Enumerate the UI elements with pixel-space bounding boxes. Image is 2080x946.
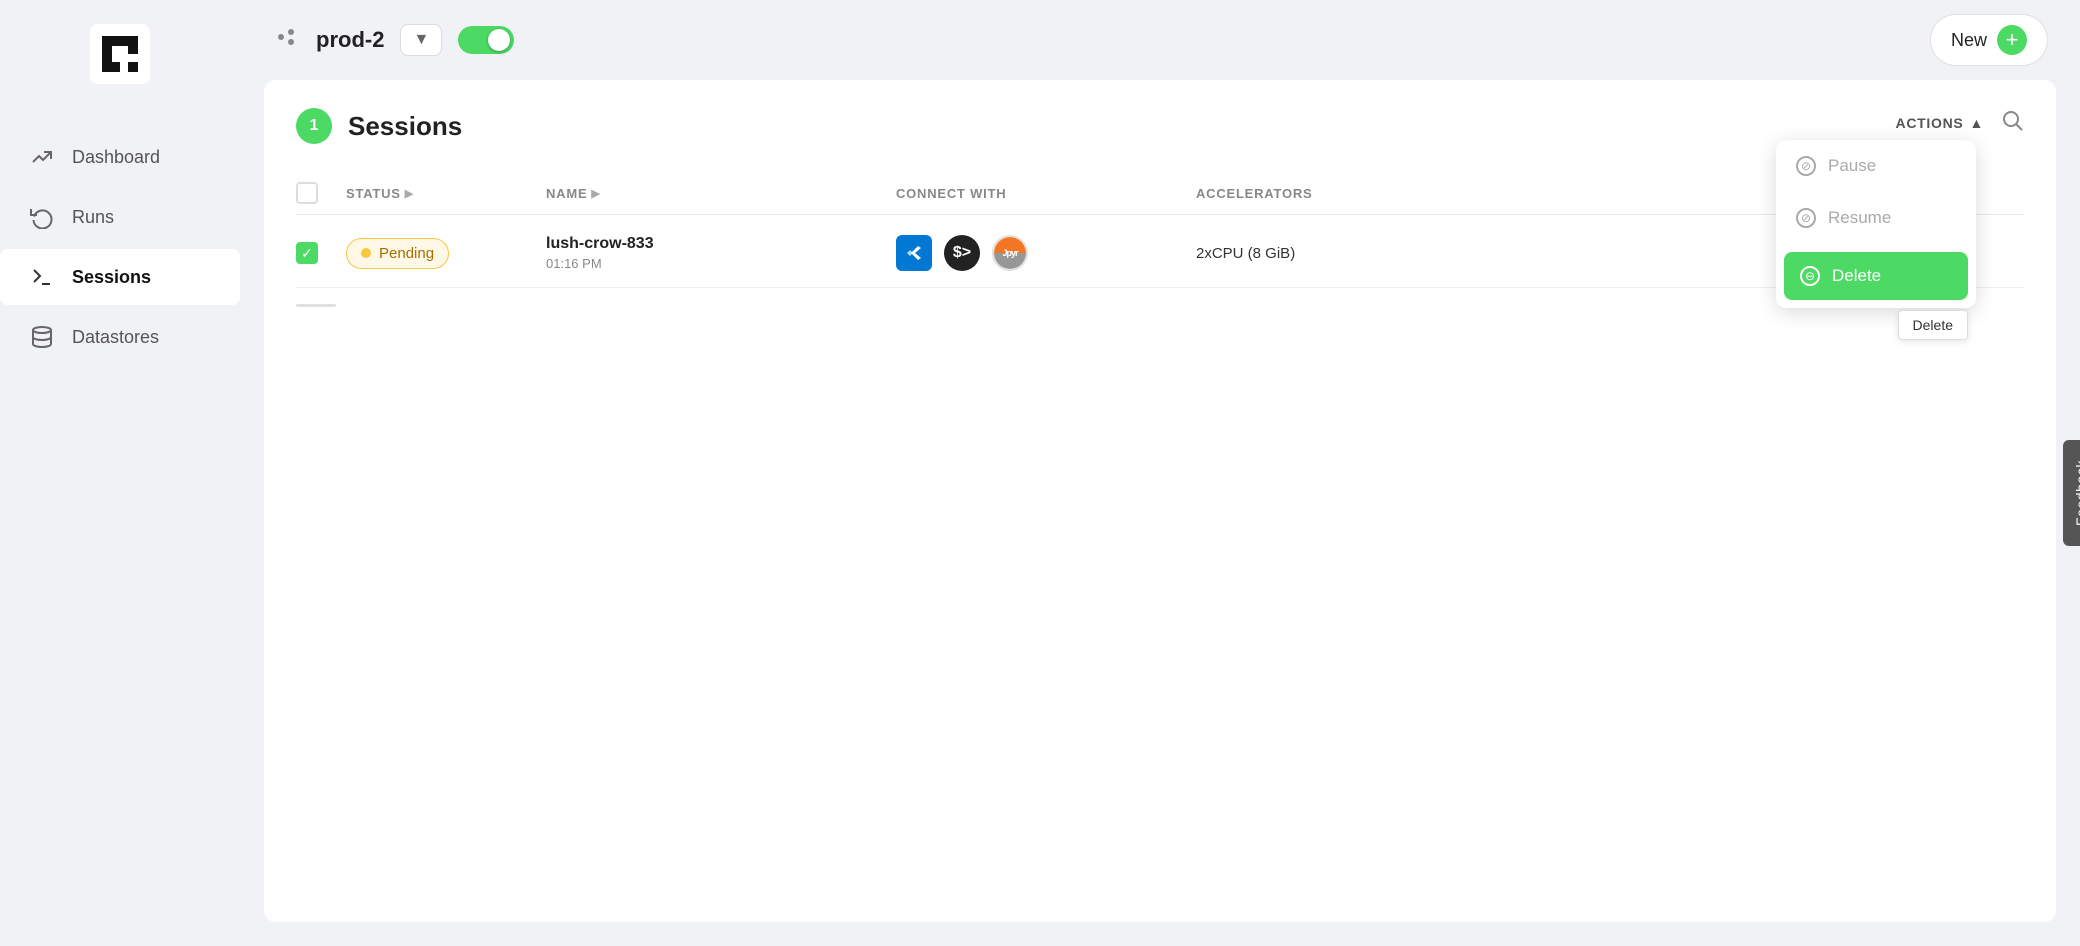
- jupyter-icon[interactable]: Jpyr: [992, 235, 1028, 271]
- resume-label: Resume: [1828, 208, 1891, 228]
- pause-label: Pause: [1828, 156, 1876, 176]
- name-cell: lush-crow-833 01:16 PM: [546, 235, 896, 271]
- main-area: prod-2 ▼ New + 1 Sessions: [240, 0, 2080, 946]
- project-dropdown[interactable]: ▼: [400, 24, 442, 56]
- toggle-bg: [458, 26, 514, 54]
- feedback-button[interactable]: Feedback: [2063, 440, 2080, 546]
- delete-action[interactable]: ⊖ Delete Delete: [1784, 252, 1968, 300]
- vscode-icon[interactable]: [896, 235, 932, 271]
- sidebar-item-label: Runs: [72, 207, 114, 228]
- name-sort-arrow[interactable]: ▶: [591, 187, 600, 200]
- toggle-knob: [488, 29, 510, 51]
- sessions-icon: [28, 263, 56, 291]
- chevron-down-icon: ▼: [413, 31, 429, 49]
- sessions-table: STATUS ▶ NAME ▶ CONNECT WITH ACCELERATOR…: [296, 172, 2024, 307]
- dashboard-icon: [28, 143, 56, 171]
- runs-icon: [28, 203, 56, 231]
- sidebar-item-runs[interactable]: Runs: [0, 189, 240, 245]
- chevron-up-icon: ▲: [1969, 115, 1984, 131]
- status-badge: Pending: [346, 238, 449, 269]
- sidebar: Dashboard Runs Sessions: [0, 0, 240, 946]
- sidebar-item-label: Sessions: [72, 267, 151, 288]
- sidebar-nav: Dashboard Runs Sessions: [0, 129, 240, 365]
- status-dot: [361, 248, 371, 258]
- resume-icon: ⊘: [1796, 208, 1816, 228]
- session-name: lush-crow-833: [546, 235, 896, 253]
- session-time: 01:16 PM: [546, 256, 896, 271]
- table-divider: [296, 304, 336, 307]
- sidebar-item-label: Datastores: [72, 327, 159, 348]
- status-header: STATUS ▶: [346, 182, 546, 204]
- pause-action: ⊘ Pause: [1776, 140, 1976, 192]
- select-all-checkbox[interactable]: [296, 182, 318, 204]
- terminal-icon[interactable]: $>: [944, 235, 980, 271]
- resume-action: ⊘ Resume: [1776, 192, 1976, 244]
- new-button-label: New: [1951, 30, 1987, 51]
- delete-tooltip: Delete: [1898, 310, 1968, 340]
- topbar: prod-2 ▼ New +: [240, 0, 2080, 80]
- sessions-title: Sessions: [348, 111, 462, 142]
- status-sort-arrow[interactable]: ▶: [405, 187, 414, 200]
- status-cell: Pending: [346, 238, 546, 269]
- new-button[interactable]: New +: [1930, 14, 2048, 66]
- sidebar-item-datastores[interactable]: Datastores: [0, 309, 240, 365]
- sidebar-item-label: Dashboard: [72, 147, 160, 168]
- sidebar-item-dashboard[interactable]: Dashboard: [0, 129, 240, 185]
- row-checkbox[interactable]: ✓: [296, 242, 318, 264]
- content-area: 1 Sessions ACTIONS ▲: [240, 80, 2080, 946]
- actions-button[interactable]: ACTIONS ▲: [1896, 115, 1984, 131]
- delete-icon: ⊖: [1800, 266, 1820, 286]
- sidebar-item-sessions[interactable]: Sessions: [0, 249, 240, 305]
- sessions-card: 1 Sessions ACTIONS ▲: [264, 80, 2056, 922]
- logo: [90, 24, 150, 89]
- actions-label: ACTIONS: [1896, 115, 1964, 131]
- sessions-count-badge: 1: [296, 108, 332, 144]
- table-row: ✓ Pending lush-crow-833 01:16 PM: [296, 219, 2024, 288]
- project-dots-icon: [272, 23, 300, 57]
- pause-icon: ⊘: [1796, 156, 1816, 176]
- sessions-header: 1 Sessions: [296, 108, 2024, 144]
- plus-icon: +: [1997, 25, 2027, 55]
- row-checkbox-cell: ✓: [296, 242, 346, 264]
- connect-header: CONNECT WITH: [896, 182, 1196, 204]
- select-all-cell: [296, 182, 346, 204]
- search-icon[interactable]: [2000, 108, 2024, 138]
- jupyter-inner: Jpyr: [994, 237, 1026, 269]
- name-header: NAME ▶: [546, 182, 896, 204]
- project-name: prod-2: [316, 27, 384, 53]
- connect-icons-cell: $> Jpyr: [896, 235, 1196, 271]
- table-header: STATUS ▶ NAME ▶ CONNECT WITH ACCELERATOR…: [296, 172, 2024, 215]
- delete-label: Delete: [1832, 266, 1881, 286]
- datastores-icon: [28, 323, 56, 351]
- toggle-switch[interactable]: [458, 26, 514, 54]
- actions-area: ACTIONS ▲: [1896, 108, 2024, 138]
- actions-dropdown: ⊘ Pause ⊘ Resume ⊖ Delete Delete: [1776, 140, 1976, 308]
